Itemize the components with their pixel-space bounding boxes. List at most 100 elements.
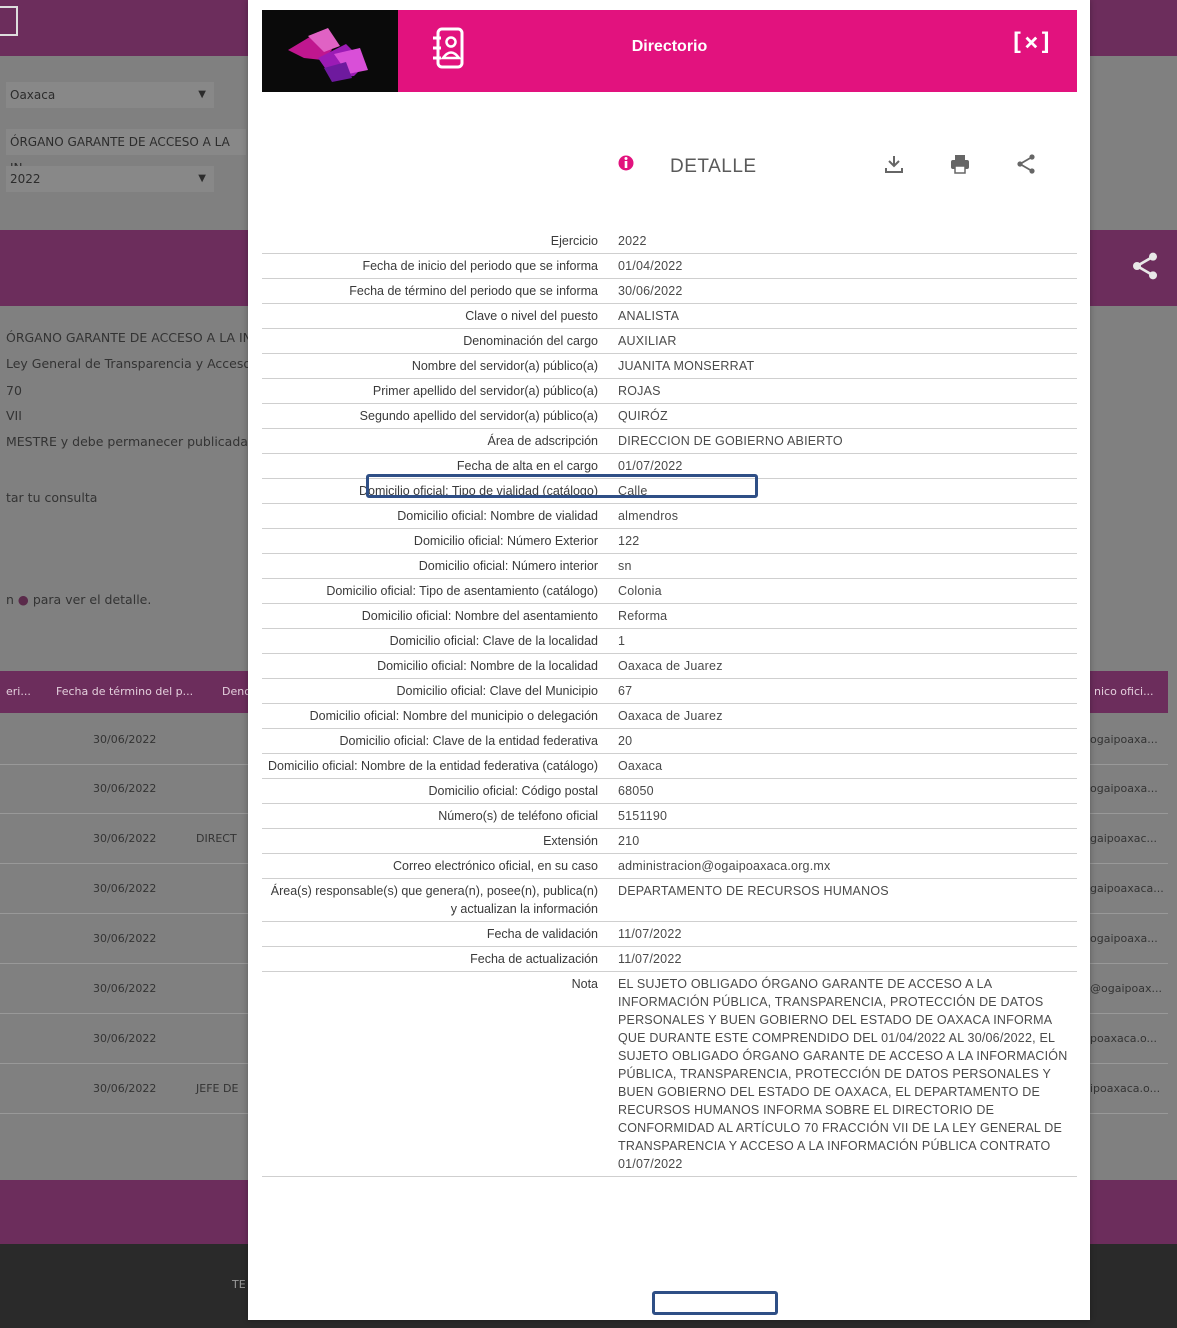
row-email: ogaipoaxa... (1090, 932, 1158, 945)
detail-row: Domicilio oficial: Clave de la localidad… (262, 629, 1077, 654)
state-select-value: Oaxaca (10, 88, 56, 102)
detail-row: Domicilio oficial: Nombre del asentamien… (262, 604, 1077, 629)
info-line: Ley General de Transparencia y Acceso (6, 356, 252, 371)
detail-hint: n ● para ver el detalle. (6, 592, 151, 607)
download-icon[interactable] (882, 152, 906, 176)
detail-value: almendros (618, 509, 679, 523)
detail-row: Clave o nivel del puesto ANALISTA (262, 304, 1077, 329)
detail-toolbar: DETALLE (618, 150, 1038, 184)
detail-label: Domicilio oficial: Número interior (418, 559, 598, 573)
detail-label: Área de adscripción (487, 434, 598, 448)
detail-label: Primer apellido del servidor(a) público(… (372, 384, 598, 398)
detail-label: Fecha de inicio del periodo que se infor… (362, 259, 598, 273)
org-select[interactable]: ÓRGANO GARANTE DE ACCESO A LA IN (6, 129, 246, 175)
row-email: ogaipoaxa... (1090, 782, 1158, 795)
detail-row: Domicilio oficial: Nombre de la localida… (262, 654, 1077, 679)
detail-label: Domicilio oficial: Código postal (428, 784, 598, 798)
detail-row: Domicilio oficial: Número interior sn (262, 554, 1077, 579)
detail-label: Correo electrónico oficial, en su caso (393, 859, 598, 873)
detail-value: DEPARTAMENTO DE RECURSOS HUMANOS (618, 884, 889, 898)
detail-hint-prefix: n (6, 592, 14, 607)
detail-row: Domicilio oficial: Nombre de la entidad … (262, 754, 1077, 779)
detail-label: Domicilio oficial: Tipo de asentamiento … (326, 584, 598, 598)
detail-value: AUXILIAR (618, 334, 677, 348)
detail-value: sn (618, 559, 632, 573)
row-date: 30/06/2022 (93, 882, 157, 895)
info-line: VII (6, 408, 22, 423)
share-icon[interactable] (1129, 250, 1161, 290)
row-email: ogaipoaxa... (1090, 733, 1158, 746)
detail-row: Fecha de actualización 11/07/2022 (262, 947, 1077, 972)
detail-value: 20 (618, 734, 633, 748)
detail-row: Ejercicio 2022 (262, 229, 1077, 254)
detail-row: Segundo apellido del servidor(a) público… (262, 404, 1077, 429)
detail-value: 210 (618, 834, 640, 848)
consulta-text: tar tu consulta (6, 490, 98, 505)
row-position: DIRECT (196, 832, 237, 845)
detail-label: Domicilio oficial: Clave de la localidad (389, 634, 598, 648)
row-email: gaipoaxac... (1090, 832, 1158, 845)
info-line: ÓRGANO GARANTE DE ACCESO A LA IN (6, 330, 253, 345)
footer-text: TE (232, 1278, 246, 1291)
year-select[interactable]: 2022 ▼ (6, 166, 214, 192)
detail-label: Nota (571, 977, 598, 991)
detail-label: Denominación del cargo (463, 334, 598, 348)
detail-value: 1 (618, 634, 626, 648)
year-select-value: 2022 (10, 172, 41, 186)
detail-label: Domicilio oficial: Número Exterior (413, 534, 598, 548)
detail-value: Oaxaca de Juarez (618, 709, 723, 723)
detail-label: Extensión (543, 834, 598, 848)
detail-value: Reforma (618, 609, 668, 623)
detail-label: Clave o nivel del puesto (465, 309, 598, 323)
detail-value: ROJAS (618, 384, 661, 398)
detail-value: 68050 (618, 784, 654, 798)
detail-row: Número(s) de teléfono oficial 5151190 (262, 804, 1077, 829)
detail-row: Nota EL SUJETO OBLIGADO ÓRGANO GARANTE DE… (262, 972, 1077, 1177)
detail-row: Fecha de inicio del periodo que se infor… (262, 254, 1077, 279)
detail-label: Segundo apellido del servidor(a) público… (359, 409, 598, 423)
info-icon (618, 153, 634, 173)
detail-label: Área(s) responsable(s) que genera(n), po… (270, 884, 598, 916)
share-icon[interactable] (1014, 152, 1038, 176)
detail-label: Fecha de validación (486, 927, 598, 941)
detail-label: Domicilio oficial: Nombre del municipio … (309, 709, 598, 723)
detail-value: 122 (618, 534, 640, 548)
detail-row: Domicilio oficial: Clave del Municipio 67 (262, 679, 1077, 704)
row-email: ipoaxaca.o... (1090, 1082, 1161, 1095)
chevron-down-icon: ▼ (198, 173, 206, 184)
row-email: @ogaipoax... (1090, 982, 1162, 995)
print-icon[interactable] (948, 152, 972, 176)
detail-row: Fecha de término del periodo que se info… (262, 279, 1077, 304)
menu-icon[interactable] (0, 6, 18, 36)
detail-row: Domicilio oficial: Nombre de vialidad alm… (262, 504, 1077, 529)
row-date: 30/06/2022 (93, 1032, 157, 1045)
detail-label: Domicilio oficial: Clave del Municipio (396, 684, 598, 698)
column-header[interactable]: eri... (6, 685, 31, 698)
detail-value: administracion@ogaipoaxaca.org.mx (618, 859, 831, 873)
detail-label: Número(s) de teléfono oficial (438, 809, 598, 823)
detail-row: Denominación del cargo AUXILIAR (262, 329, 1077, 354)
close-button[interactable]: [×] (1010, 28, 1053, 56)
detail-value: 11/07/2022 (618, 927, 682, 941)
info-icon: ● (17, 592, 29, 607)
detail-value: 11/07/2022 (618, 952, 682, 966)
directory-modal: Directorio [×] DETALLE Ejercicio 2022 Fech… (248, 0, 1090, 1320)
chevron-down-icon: ▼ (198, 89, 206, 100)
column-header[interactable]: Deno (222, 685, 251, 698)
detail-value: Oaxaca de Juarez (618, 659, 723, 673)
detail-value: 2022 (618, 234, 647, 248)
row-date: 30/06/2022 (93, 733, 157, 746)
detail-row: Área(s) responsable(s) que genera(n), po… (262, 879, 1077, 922)
column-header[interactable]: Fecha de término del p... (56, 685, 193, 698)
detail-value: 30/06/2022 (618, 284, 683, 298)
highlight-box (366, 474, 758, 498)
detail-value: 5151190 (618, 809, 668, 823)
column-header[interactable]: nico ofici... (1094, 685, 1154, 698)
detail-value: ANALISTA (618, 309, 680, 323)
detail-label: DETALLE (670, 156, 757, 177)
detail-table: Ejercicio 2022 Fecha de inicio del periodo… (262, 229, 1077, 1177)
row-date: 30/06/2022 (93, 782, 157, 795)
detail-label: Fecha de término del periodo que se info… (349, 284, 598, 298)
row-position: JEFE DE (196, 1082, 239, 1095)
state-select[interactable]: Oaxaca ▼ (6, 82, 214, 108)
